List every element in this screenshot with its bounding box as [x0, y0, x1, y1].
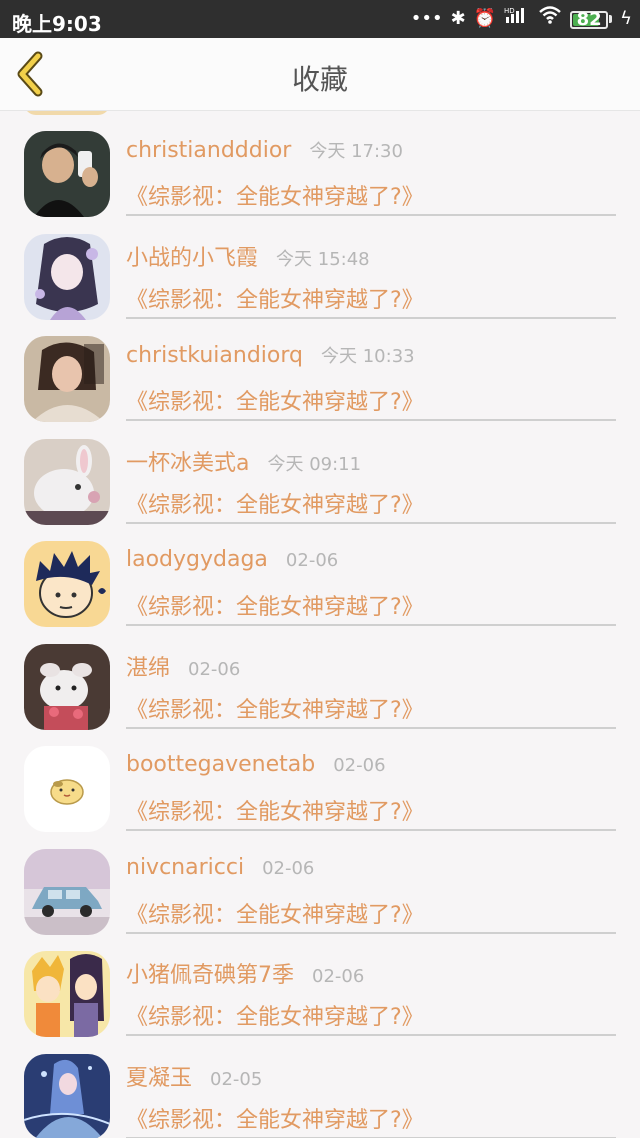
book-title-link[interactable]: 《综影视：全能女神穿越了?》: [126, 589, 424, 621]
name-line: 湛绵 02-06: [126, 650, 240, 682]
username[interactable]: christkuiandiorq: [126, 343, 303, 368]
username[interactable]: 小战的小飞霞: [126, 240, 258, 272]
avatar-white-rabbit: [24, 643, 110, 730]
avatar[interactable]: [24, 746, 110, 832]
timestamp: 02-05: [210, 1068, 263, 1090]
name-line: boottegavenetab 02-06: [126, 752, 386, 777]
charging-icon: ϟ: [620, 8, 632, 29]
list-item[interactable]: 小猪佩奇碘第7季 02-06 《综影视：全能女神穿越了?》: [0, 931, 640, 1037]
battery-percent: 82: [576, 8, 602, 30]
avatar-cartoon-chick: [24, 746, 110, 832]
username[interactable]: 夏凝玉: [126, 1060, 192, 1092]
avatar[interactable]: [24, 438, 110, 525]
book-title-link[interactable]: 《综影视：全能女神穿越了?》: [126, 384, 424, 416]
timestamp: 02-06: [188, 658, 241, 680]
list-item[interactable]: 一杯冰美式a 今天 09:11 《综影视：全能女神穿越了?》: [0, 419, 640, 525]
timestamp: 02-06: [333, 755, 386, 776]
name-line: christiandddior 今天 17:30: [126, 137, 403, 163]
name-line: laodygydaga 02-06: [126, 547, 338, 572]
timestamp: 今天 09:11: [267, 453, 362, 475]
avatar-bunny-plush: [24, 438, 110, 525]
avatar-fantasy-art: [24, 1053, 110, 1138]
timestamp: 02-06: [262, 857, 315, 879]
timestamp: 今天 10:33: [321, 346, 415, 367]
username[interactable]: boottegavenetab: [126, 752, 315, 777]
username[interactable]: laodygydaga: [126, 547, 268, 572]
username[interactable]: 一杯冰美式a: [126, 445, 249, 477]
book-title-link[interactable]: 《综影视：全能女神穿越了?》: [126, 1102, 424, 1134]
username[interactable]: christiandddior: [126, 138, 291, 163]
signal-icon: HD: [504, 5, 530, 34]
status-time: 晚上9:03: [12, 12, 102, 36]
avatar[interactable]: [24, 541, 110, 627]
name-line: 一杯冰美式a 今天 09:11: [126, 445, 361, 477]
status-icons: ••• ✱ ⏰ HD 82 ϟ: [411, 5, 632, 33]
list-item[interactable]: 小战的小飞霞 今天 15:48 《综影视：全能女神穿越了?》: [0, 214, 640, 320]
username[interactable]: 小猪佩奇碘第7季: [126, 957, 294, 989]
name-line: 夏凝玉 02-05: [126, 1060, 262, 1092]
list-item[interactable]: laodygydaga 02-06 《综影视：全能女神穿越了?》: [0, 521, 640, 627]
username[interactable]: nivcnaricci: [126, 855, 244, 880]
wifi-icon: [538, 5, 562, 34]
book-title-link[interactable]: 《综影视：全能女神穿越了?》: [126, 179, 424, 211]
battery-icon: 82: [570, 9, 609, 30]
username[interactable]: 湛绵: [126, 650, 170, 682]
avatar[interactable]: [24, 848, 110, 935]
list-item[interactable]: 湛绵 02-06 《综影视：全能女神穿越了?》: [0, 624, 640, 730]
timestamp: 02-06: [285, 550, 339, 571]
favorites-list[interactable]: christiandddior 今天 17:30 《综影视：全能女神穿越了?》 小战的…: [0, 111, 640, 1138]
list-item[interactable]: 夏凝玉 02-05 《综影视：全能女神穿越了?》: [0, 1034, 640, 1138]
bluetooth-icon: ✱: [450, 8, 466, 29]
avatar[interactable]: [24, 1053, 110, 1138]
avatar-cartoon-boy: [24, 541, 110, 627]
more-dots-icon: •••: [410, 8, 443, 29]
list-item[interactable]: christkuiandiorq 今天 10:33 《综影视：全能女神穿越了?》: [0, 316, 640, 422]
avatar-man-selfie: [24, 131, 110, 217]
avatar-woman-photo: [24, 336, 110, 422]
timestamp: 今天 17:30: [309, 141, 403, 162]
list-item[interactable]: christiandddior 今天 17:30 《综影视：全能女神穿越了?》: [0, 111, 640, 217]
app-header: 收藏: [0, 38, 640, 111]
name-line: 小猪佩奇碘第7季 02-06: [126, 957, 364, 989]
name-line: nivcnaricci 02-06: [126, 855, 314, 880]
list-item[interactable]: boottegavenetab 02-06 《综影视：全能女神穿越了?》: [0, 726, 640, 832]
avatar[interactable]: [24, 233, 110, 320]
avatar[interactable]: [24, 951, 110, 1037]
timestamp: 今天 15:48: [276, 248, 370, 270]
book-title-link[interactable]: 《综影视：全能女神穿越了?》: [126, 282, 424, 314]
svg-text:HD: HD: [504, 7, 515, 15]
book-title-link[interactable]: 《综影视：全能女神穿越了?》: [126, 999, 424, 1031]
book-title-link[interactable]: 《综影视：全能女神穿越了?》: [126, 487, 424, 519]
timestamp: 02-06: [312, 966, 365, 987]
alarm-icon: ⏰: [473, 8, 497, 29]
name-line: christkuiandiorq 今天 10:33: [126, 342, 415, 368]
list-item[interactable]: nivcnaricci 02-06 《综影视：全能女神穿越了?》: [0, 829, 640, 935]
name-line: 小战的小飞霞 今天 15:48: [126, 240, 370, 272]
battery-cap: [609, 15, 613, 23]
avatar-blue-car: [24, 848, 110, 935]
page-title: 收藏: [291, 63, 348, 96]
avatar[interactable]: [24, 643, 110, 730]
avatar-anime-couple: [24, 951, 110, 1037]
avatar-anime-girl-purple: [24, 233, 110, 320]
avatar[interactable]: [24, 336, 110, 422]
avatar[interactable]: [24, 131, 110, 217]
status-bar: 晚上9:03 ••• ✱ ⏰ HD 82 ϟ: [0, 0, 640, 38]
book-title-link[interactable]: 《综影视：全能女神穿越了?》: [126, 692, 424, 724]
book-title-link[interactable]: 《综影视：全能女神穿越了?》: [126, 897, 424, 929]
book-title-link[interactable]: 《综影视：全能女神穿越了?》: [126, 794, 424, 826]
